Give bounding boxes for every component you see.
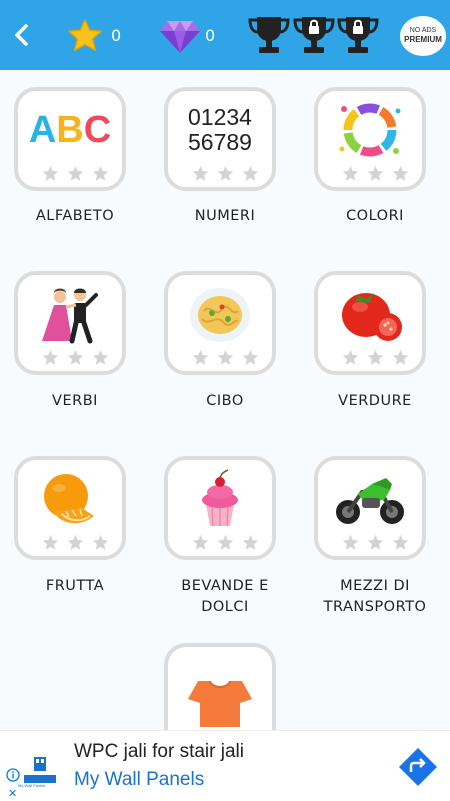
category-card-mezzi-di-trasporto[interactable] [314, 456, 426, 560]
category-label-line-2: DOLCI [201, 599, 249, 615]
category-label: FRUTTA [45, 578, 105, 594]
star-empty-icon [392, 534, 409, 551]
category-grid: ABC ALFABETO 01234 56789 NUMERI COLORI V… [0, 70, 450, 735]
orange-icon [44, 474, 94, 524]
star-empty-icon [192, 534, 209, 551]
numbers-icon: 01234 56789 [182, 99, 258, 161]
pasta-plate-icon [190, 288, 250, 342]
premium-no-ads-text: NO ADS [409, 27, 437, 34]
diamond-icon [160, 21, 200, 53]
star-empty-icon [367, 534, 384, 551]
star-empty-icon [67, 349, 84, 366]
shirt-icon [188, 680, 252, 727]
dancers-icon [42, 288, 98, 344]
star-empty-icon [42, 534, 59, 551]
star-empty-icon [242, 534, 259, 551]
top-bar: 0 0 NO ADS PREMIUM [0, 0, 450, 70]
star-empty-icon [192, 349, 209, 366]
gems-count: 0 [205, 26, 216, 45]
tomato-icon [342, 293, 402, 341]
category-label: MEZZI DI TRANSPORTO [300, 576, 450, 618]
category-label: BEVANDE E DOLCI [150, 576, 300, 618]
star-empty-icon [42, 349, 59, 366]
star-empty-icon [42, 165, 59, 182]
rating-stars [42, 165, 109, 182]
trophy-locked-icon[interactable] [336, 13, 380, 57]
category-card-frutta[interactable] [14, 456, 126, 560]
ad-close-icon[interactable]: ✕ [8, 787, 17, 800]
rating-stars [342, 534, 409, 551]
abc-icon: ABC [28, 108, 112, 151]
category-label: COLORI [346, 208, 404, 224]
star-empty-icon [392, 165, 409, 182]
trophy-locked-icon[interactable] [292, 13, 336, 57]
category-label: VERBI [52, 393, 98, 409]
premium-text: PREMIUM [404, 35, 442, 44]
motorcycle-icon [336, 478, 404, 524]
rating-stars [42, 349, 109, 366]
color-splash-icon [339, 103, 401, 157]
stars-count: 0 [111, 26, 122, 45]
rating-stars [192, 349, 259, 366]
category-card-numeri[interactable]: 01234 56789 [164, 87, 276, 191]
rating-stars [342, 349, 409, 366]
star-empty-icon [217, 165, 234, 182]
category-label: NUMERI [194, 208, 256, 224]
rating-stars [42, 534, 109, 551]
cupcake-icon [202, 469, 238, 527]
star-empty-icon [92, 349, 109, 366]
star-empty-icon [192, 165, 209, 182]
star-empty-icon [92, 165, 109, 182]
category-card-cibo[interactable] [164, 271, 276, 375]
category-card-verbi[interactable] [14, 271, 126, 375]
star-empty-icon [342, 534, 359, 551]
category-card-verdure[interactable] [314, 271, 426, 375]
star-empty-icon [217, 534, 234, 551]
category-card-clothing[interactable] [164, 643, 276, 735]
star-empty-icon [217, 349, 234, 366]
rating-stars [342, 165, 409, 182]
rating-stars [192, 165, 259, 182]
category-label: CIBO [206, 393, 244, 409]
star-empty-icon [67, 165, 84, 182]
ad-directions-icon[interactable] [398, 747, 438, 787]
category-label-line-2: TRANSPORTO [323, 599, 427, 615]
category-label-line-1: BEVANDE E [181, 578, 269, 594]
back-arrow-icon[interactable] [8, 20, 36, 50]
ad-title[interactable]: WPC jali for stair jali [74, 741, 244, 763]
premium-badge[interactable]: NO ADS PREMIUM [400, 16, 446, 56]
category-label: VERDURE [338, 393, 412, 409]
numbers-line-1: 01234 [188, 104, 252, 130]
category-card-colori[interactable] [314, 87, 426, 191]
star-empty-icon [342, 165, 359, 182]
star-empty-icon [67, 534, 84, 551]
category-label-line-1: MEZZI DI [340, 578, 410, 594]
ad-banner[interactable]: ✕ My Wall Panels WPC jali for stair jali… [0, 730, 450, 801]
category-card-alfabeto[interactable]: ABC [14, 87, 126, 191]
star-empty-icon [92, 534, 109, 551]
ad-subtitle[interactable]: My Wall Panels [74, 769, 204, 791]
star-empty-icon [367, 165, 384, 182]
ad-info-icon[interactable] [6, 768, 20, 782]
star-empty-icon [242, 165, 259, 182]
numbers-line-2: 56789 [188, 129, 252, 155]
star-icon [68, 19, 102, 51]
star-empty-icon [392, 349, 409, 366]
star-empty-icon [342, 349, 359, 366]
category-label: ALFABETO [35, 208, 115, 224]
trophy-icon[interactable] [247, 13, 291, 57]
rating-stars [192, 534, 259, 551]
category-card-bevande-dolci[interactable] [164, 456, 276, 560]
advertiser-logo-text: My Wall Panels [18, 783, 46, 788]
star-empty-icon [242, 349, 259, 366]
star-empty-icon [367, 349, 384, 366]
